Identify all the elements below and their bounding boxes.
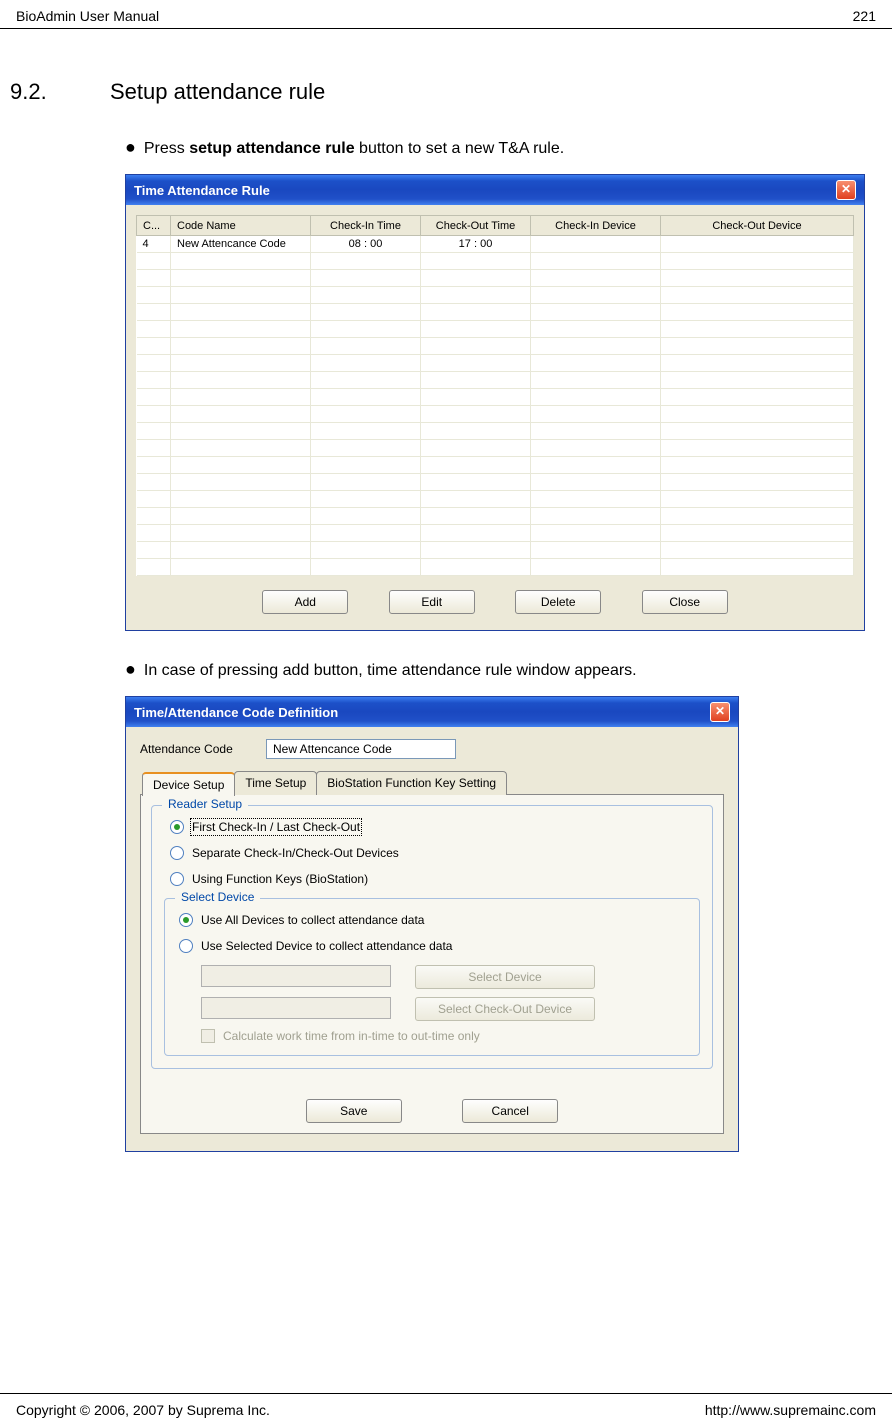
radio-separate-devices-label: Separate Check-In/Check-Out Devices	[192, 846, 399, 860]
tab-strip: Device Setup Time Setup BioStation Funct…	[140, 771, 724, 795]
attendance-code-input[interactable]	[266, 739, 456, 759]
bullet-1-suffix: button to set a new T&A rule.	[355, 140, 565, 157]
calc-worktime-label: Calculate work time from in-time to out-…	[223, 1029, 480, 1043]
radio-function-keys[interactable]	[170, 872, 184, 886]
close-icon[interactable]: ✕	[710, 702, 730, 722]
rules-table: C... Code Name Check-In Time Check-Out T…	[136, 215, 854, 576]
reader-setup-legend: Reader Setup	[162, 797, 248, 811]
close-icon[interactable]: ✕	[836, 180, 856, 200]
table-row[interactable]: 4 New Attencance Code 08 : 00 17 : 00	[137, 236, 854, 253]
device-1-input	[201, 965, 391, 987]
cell-out: 17 : 00	[421, 236, 531, 253]
time-attendance-rule-window: Time Attendance Rule ✕ C... Code Name Ch…	[125, 174, 865, 631]
col-checkout-device[interactable]: Check-Out Device	[661, 216, 854, 236]
radio-separate-devices[interactable]	[170, 846, 184, 860]
col-checkout-time[interactable]: Check-Out Time	[421, 216, 531, 236]
bullet-1-prefix: Press	[144, 140, 189, 157]
page-header: BioAdmin User Manual 221	[0, 0, 892, 29]
select-device-legend: Select Device	[175, 890, 260, 904]
cell-in: 08 : 00	[311, 236, 421, 253]
radio-function-keys-label: Using Function Keys (BioStation)	[192, 872, 368, 886]
section-heading: 9.2. Setup attendance rule	[10, 79, 882, 105]
col-checkin-device[interactable]: Check-In Device	[531, 216, 661, 236]
calc-worktime-checkbox	[201, 1029, 215, 1043]
footer-copyright: Copyright © 2006, 2007 by Suprema Inc.	[16, 1402, 270, 1418]
bullet-icon: ●	[125, 659, 136, 680]
close-button[interactable]: Close	[642, 590, 728, 614]
delete-button[interactable]: Delete	[515, 590, 601, 614]
page-footer: Copyright © 2006, 2007 by Suprema Inc. h…	[0, 1393, 892, 1426]
cell-code: 4	[137, 236, 171, 253]
select-device-button: Select Device	[415, 965, 595, 989]
select-checkout-device-button: Select Check-Out Device	[415, 997, 595, 1021]
header-title: BioAdmin User Manual	[16, 8, 159, 24]
bullet-2: ● In case of pressing add button, time a…	[125, 659, 882, 680]
cell-outd	[661, 236, 854, 253]
radio-use-all-devices-label: Use All Devices to collect attendance da…	[201, 913, 424, 927]
tab-time-setup[interactable]: Time Setup	[234, 771, 317, 795]
titlebar: Time Attendance Rule ✕	[126, 175, 864, 205]
section-title: Setup attendance rule	[110, 79, 325, 105]
cancel-button[interactable]: Cancel	[462, 1099, 558, 1123]
titlebar: Time/Attendance Code Definition ✕	[126, 697, 738, 727]
bullet-2-text: In case of pressing add button, time att…	[144, 662, 637, 680]
radio-use-selected-device-label: Use Selected Device to collect attendanc…	[201, 939, 452, 953]
col-code[interactable]: C...	[137, 216, 171, 236]
reader-setup-group: Reader Setup First Check-In / Last Check…	[151, 805, 713, 1069]
attendance-code-label: Attendance Code	[140, 742, 266, 756]
radio-use-selected-device[interactable]	[179, 939, 193, 953]
bullet-1-bold: setup attendance rule	[189, 140, 354, 157]
add-button[interactable]: Add	[262, 590, 348, 614]
col-checkin-time[interactable]: Check-In Time	[311, 216, 421, 236]
bullet-icon: ●	[125, 137, 136, 158]
save-button[interactable]: Save	[306, 1099, 402, 1123]
radio-first-last[interactable]	[170, 820, 184, 834]
cell-ind	[531, 236, 661, 253]
col-name[interactable]: Code Name	[171, 216, 311, 236]
select-device-group: Select Device Use All Devices to collect…	[164, 898, 700, 1056]
window-title: Time Attendance Rule	[134, 183, 270, 198]
bullet-1: ● Press setup attendance rule button to …	[125, 137, 882, 158]
code-definition-window: Time/Attendance Code Definition ✕ Attend…	[125, 696, 739, 1152]
window-title: Time/Attendance Code Definition	[134, 705, 338, 720]
device-2-input	[201, 997, 391, 1019]
section-number: 9.2.	[10, 79, 110, 105]
tab-biostation-fkey[interactable]: BioStation Function Key Setting	[316, 771, 507, 795]
footer-url: http://www.supremainc.com	[705, 1402, 876, 1418]
edit-button[interactable]: Edit	[389, 590, 475, 614]
cell-name: New Attencance Code	[171, 236, 311, 253]
radio-use-all-devices[interactable]	[179, 913, 193, 927]
radio-first-last-label: First Check-In / Last Check-Out	[192, 820, 360, 834]
page-number: 221	[853, 8, 876, 24]
tab-device-setup[interactable]: Device Setup	[142, 772, 235, 796]
tab-panel: Reader Setup First Check-In / Last Check…	[140, 794, 724, 1134]
